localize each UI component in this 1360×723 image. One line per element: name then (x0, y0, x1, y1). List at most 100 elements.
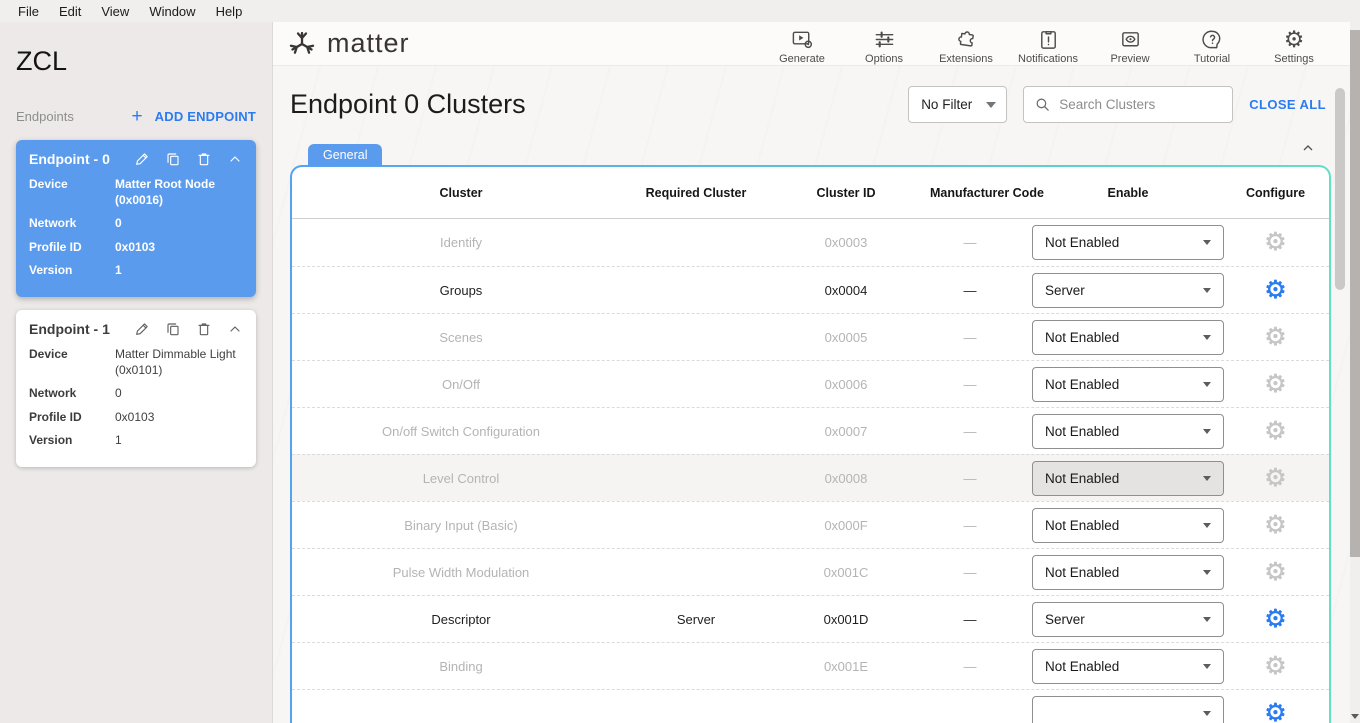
enable-dropdown[interactable]: Not Enabled (1032, 555, 1224, 590)
chevron-up-icon[interactable] (227, 321, 243, 337)
settings-button[interactable]: ⚙ Settings (1258, 22, 1330, 65)
add-endpoint-button[interactable]: + ADD ENDPOINT (132, 107, 256, 126)
enable-value: Not Enabled (1045, 424, 1203, 439)
extensions-button[interactable]: Extensions (930, 22, 1002, 65)
menu-edit[interactable]: Edit (49, 4, 91, 19)
manufacturer-code: — (930, 565, 1010, 580)
window-scrollbar-thumb[interactable] (1350, 30, 1360, 557)
preview-button[interactable]: Preview (1094, 22, 1166, 65)
enable-dropdown[interactable]: Not Enabled (1032, 649, 1224, 684)
action-label: Generate (779, 53, 825, 65)
enable-dropdown[interactable]: Not Enabled (1032, 367, 1224, 402)
configure-gear-icon[interactable]: ⚙ (1264, 560, 1286, 585)
endpoint-card[interactable]: Endpoint - 1 (16, 310, 256, 467)
endpoints-sidebar: ZCL Endpoints + ADD ENDPOINT Endpoint - … (0, 22, 273, 723)
manufacturer-code: — (930, 659, 1010, 674)
enable-value: Not Enabled (1045, 235, 1203, 250)
field-value: 0x0103 (115, 239, 243, 255)
field-label: Device (29, 346, 115, 378)
delete-icon[interactable] (196, 151, 212, 167)
delete-icon[interactable] (196, 321, 212, 337)
chevron-down-icon (1203, 429, 1211, 434)
configure-gear-icon[interactable]: ⚙ (1264, 607, 1286, 632)
configure-gear-icon[interactable]: ⚙ (1264, 325, 1286, 350)
window-scrollbar[interactable] (1350, 22, 1360, 723)
cluster-row: Descriptor Server 0x001D — Server ⚙ (292, 595, 1329, 642)
cluster-row: ⚙ (292, 689, 1329, 723)
enable-dropdown[interactable]: Server (1032, 273, 1224, 308)
action-label: Notifications (1018, 53, 1078, 65)
enable-dropdown[interactable]: Not Enabled (1032, 414, 1224, 449)
search-clusters-input[interactable] (1059, 97, 1222, 112)
copy-icon[interactable] (165, 321, 181, 337)
col-cluster: Cluster (292, 186, 630, 200)
enable-value: Not Enabled (1045, 330, 1203, 345)
configure-gear-icon[interactable]: ⚙ (1264, 701, 1286, 723)
search-icon (1034, 96, 1051, 113)
cluster-row: On/off Switch Configuration 0x0007 — Not… (292, 407, 1329, 454)
scroll-down-arrow[interactable] (1350, 709, 1360, 723)
filter-dropdown[interactable]: No Filter (908, 86, 1007, 123)
close-all-button[interactable]: CLOSE ALL (1249, 97, 1326, 112)
action-label: Extensions (939, 53, 993, 65)
field-value: 1 (115, 262, 243, 278)
menu-help[interactable]: Help (206, 4, 253, 19)
configure-gear-icon[interactable]: ⚙ (1264, 466, 1286, 491)
cluster-name: Binding (292, 659, 630, 674)
chevron-down-icon (1203, 664, 1211, 669)
endpoints-label: Endpoints (16, 109, 74, 124)
chevron-down-icon (1203, 476, 1211, 481)
chevron-down-icon (1203, 570, 1211, 575)
enable-dropdown[interactable]: Not Enabled (1032, 461, 1224, 496)
generate-button[interactable]: Generate (766, 22, 838, 65)
required-cluster: Server (630, 612, 762, 627)
edit-icon[interactable] (134, 321, 150, 337)
content-scrollbar-thumb[interactable] (1335, 88, 1345, 290)
tutorial-button[interactable]: Tutorial (1176, 22, 1248, 65)
cluster-name: Level Control (292, 471, 630, 486)
configure-gear-icon[interactable]: ⚙ (1264, 372, 1286, 397)
enable-dropdown[interactable]: Not Enabled (1032, 508, 1224, 543)
configure-gear-icon[interactable]: ⚙ (1264, 230, 1286, 255)
app-title: ZCL (0, 38, 272, 77)
configure-gear-icon[interactable]: ⚙ (1264, 278, 1286, 303)
filter-value: No Filter (921, 97, 972, 112)
enable-dropdown[interactable]: Not Enabled (1032, 225, 1224, 260)
edit-icon[interactable] (134, 151, 150, 167)
chevron-down-icon (1203, 382, 1211, 387)
col-manufacturer-code: Manufacturer Code (930, 186, 1010, 200)
enable-value: Not Enabled (1045, 659, 1203, 674)
configure-gear-icon[interactable]: ⚙ (1264, 513, 1286, 538)
chevron-down-icon (1203, 711, 1211, 716)
field-value: Matter Root Node (0x0016) (115, 176, 243, 208)
copy-icon[interactable] (165, 151, 181, 167)
enable-dropdown[interactable] (1032, 696, 1224, 723)
manufacturer-code: — (930, 235, 1010, 250)
options-button[interactable]: Options (848, 22, 920, 65)
top-toolbar: matter Generate Options Extensions Noti (273, 22, 1360, 66)
field-value: 0 (115, 215, 243, 231)
chevron-up-icon (1300, 140, 1316, 156)
endpoint-card[interactable]: Endpoint - 0 (16, 140, 256, 297)
enable-value: Server (1045, 612, 1203, 627)
cluster-name: Scenes (292, 330, 630, 345)
chevron-up-icon[interactable] (227, 151, 243, 167)
manufacturer-code: — (930, 283, 1010, 298)
collapse-panel-button[interactable] (1300, 140, 1316, 161)
menu-window[interactable]: Window (139, 4, 205, 19)
field-label: Version (29, 432, 115, 448)
enable-dropdown[interactable]: Server (1032, 602, 1224, 637)
endpoint-card-title: Endpoint - 0 (29, 151, 134, 167)
menu-view[interactable]: View (91, 4, 139, 19)
col-enable: Enable (1010, 186, 1246, 200)
cluster-row: Level Control 0x0008 — Not Enabled ⚙ (292, 454, 1329, 501)
generate-icon (791, 28, 814, 51)
enable-value: Not Enabled (1045, 518, 1203, 533)
configure-gear-icon[interactable]: ⚙ (1264, 419, 1286, 444)
menu-file[interactable]: File (8, 4, 49, 19)
tab-general[interactable]: General (308, 144, 382, 166)
enable-dropdown[interactable]: Not Enabled (1032, 320, 1224, 355)
notifications-button[interactable]: Notifications (1012, 22, 1084, 65)
cluster-row: Binary Input (Basic) 0x000F — Not Enable… (292, 501, 1329, 548)
configure-gear-icon[interactable]: ⚙ (1264, 654, 1286, 679)
